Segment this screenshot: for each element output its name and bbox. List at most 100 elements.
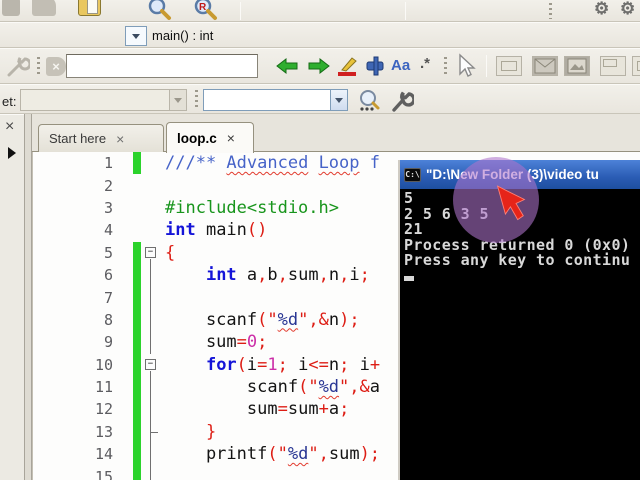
changed-line-marker [133,219,141,241]
clear-search-icon[interactable]: × [46,57,66,76]
tab-start-here[interactable]: Start here × [38,124,164,152]
bookmark-margin [117,421,133,443]
changed-line-marker [133,353,141,376]
fold-margin[interactable] [141,263,163,287]
svg-text:R: R [199,2,207,13]
bookmark-margin [117,331,133,353]
build-target-select [20,89,187,111]
fold-margin[interactable] [141,375,163,399]
bookmark-margin [117,174,133,196]
panel-splitter[interactable] [24,114,32,480]
changed-line-marker [133,174,141,196]
toolbar-separator [405,2,406,20]
line-number: 7 [103,288,113,307]
bookmark-margin [117,309,133,331]
fold-margin[interactable] [141,152,163,174]
console-line: 2 5 6 3 5 [404,204,489,223]
search-toolbar: × Aa .* [0,48,640,84]
console-title-bar[interactable]: C:\ "D:\New Folder (3)\video tu [400,160,640,189]
line-number: 11 [94,378,113,397]
fold-margin[interactable] [141,197,163,219]
line-number: 13 [94,422,113,441]
build-and-run-icon[interactable]: ⚙ [620,0,635,19]
function-signature: main() : int [152,28,214,43]
tools-wrench-icon[interactable] [388,88,414,114]
scope-dropdown-button[interactable] [125,26,147,46]
wrench-icon[interactable] [4,54,30,80]
line-number: 9 [103,333,113,352]
fold-margin[interactable] [141,174,163,196]
build-target-label: et: [2,94,17,109]
panel-widget-icon [600,56,626,76]
line-number: 14 [94,445,113,464]
regex-icon[interactable]: .* [420,55,430,72]
line-number: 6 [103,266,113,285]
code-text: sum=sum+a; [165,399,350,420]
bookmark-margin [117,197,133,219]
fold-margin[interactable]: − [141,242,163,264]
fold-margin[interactable] [141,465,163,480]
toolbar-gripper[interactable] [444,57,447,77]
close-tab-icon[interactable]: × [116,132,124,146]
line-number: 15 [94,467,113,480]
bookmark-margin [117,398,133,420]
console-line: Press any key to continu [404,251,631,269]
code-text: scanf("%d",&a [165,376,381,397]
tab-loop-c[interactable]: loop.c × [166,122,254,153]
pointer-tool-icon[interactable] [452,53,478,84]
expand-panel-icon[interactable] [8,147,16,159]
cut-icon[interactable] [2,0,20,16]
dialog-widget-icon [532,56,558,76]
fold-margin[interactable] [141,420,163,444]
frame-widget-icon [496,56,522,76]
highlight-marker-icon[interactable] [336,54,360,83]
code-text: int a,b,sum,n,i; [205,264,370,285]
toolbar-gripper[interactable] [195,90,198,110]
console-title-text: "D:\New Folder (3)\video tu [426,167,599,182]
replace-icon[interactable]: R [192,0,218,21]
code-text: for(i=1; i<=n; i+ [205,354,381,375]
changed-line-marker [133,375,141,399]
console-window[interactable]: C:\ "D:\New Folder (3)\video tu 52 5 6 3… [398,160,640,480]
code-text: #include<stdio.h> [165,197,339,218]
scope-clamp-icon[interactable] [364,54,388,83]
copy-icon[interactable] [32,0,56,16]
console-caret [404,275,414,281]
tab-label: Start here [49,131,107,146]
next-result-icon[interactable] [306,56,330,81]
main-toolbar: R ⚙ ⚙ [0,0,640,22]
changed-line-marker [133,263,141,287]
goto-symbol-icon[interactable] [356,88,382,114]
toolbar-gripper[interactable] [37,57,40,77]
prev-result-icon[interactable] [276,56,300,81]
incremental-search-input[interactable] [66,54,258,78]
fold-margin[interactable] [141,331,163,354]
compiler-toolbar: et: [0,84,640,114]
changed-line-marker [133,331,141,354]
symbols-toolbar: main() : int [0,22,640,48]
management-panel-strip: × [0,114,24,480]
fold-margin[interactable] [141,308,163,332]
console-output: 52 5 6 3 5 21 Process returned 0 (0x0) Pres… [400,189,640,281]
toolbar-gripper[interactable] [549,3,552,19]
build-icon[interactable]: ⚙ [594,0,609,19]
line-number: 2 [103,176,113,195]
code-text: printf("%d",sum); [165,444,381,465]
close-panel-icon[interactable]: × [5,119,14,135]
fold-margin[interactable] [141,398,163,421]
fold-margin[interactable] [141,219,163,241]
bookmark-margin [117,465,133,480]
match-case-icon[interactable]: Aa [391,57,410,74]
changed-line-marker [133,197,141,219]
line-number: 5 [103,243,113,262]
paste-icon[interactable] [78,0,101,16]
code-text: } [205,421,217,442]
line-number: 3 [103,198,113,217]
fold-margin[interactable] [141,286,163,309]
fold-margin[interactable]: − [141,354,163,376]
fold-margin[interactable] [141,443,163,466]
find-icon[interactable] [146,0,172,21]
symbol-search-combo[interactable] [203,89,348,111]
close-tab-icon[interactable]: × [227,131,235,145]
toolbar-separator [486,55,487,77]
